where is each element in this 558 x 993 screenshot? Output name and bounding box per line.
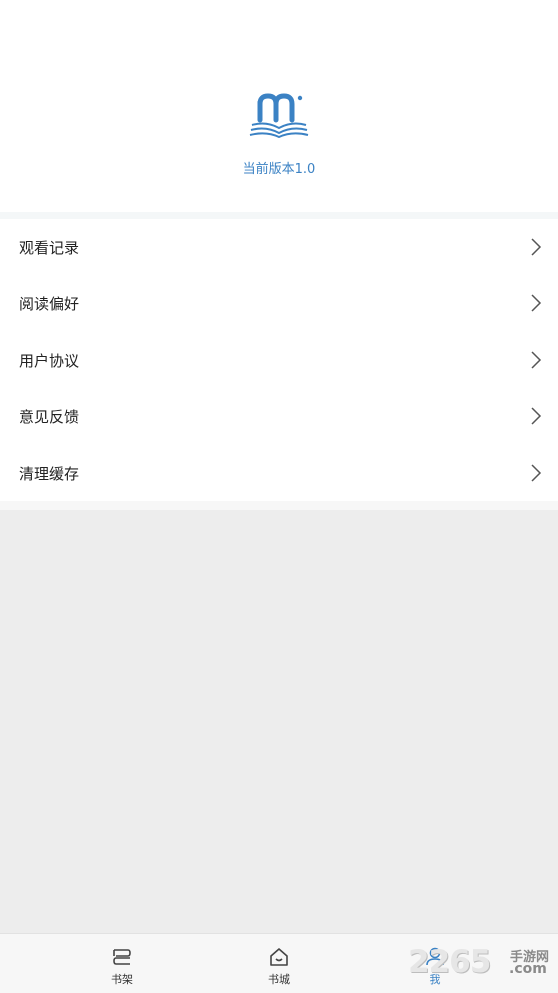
menu-item-label: 清理缓存: [19, 464, 80, 483]
menu-item-watch-history[interactable]: 观看记录: [0, 219, 558, 275]
watermark-number: 2265: [408, 944, 491, 980]
app-logo-icon: [249, 93, 309, 138]
version-label: 当前版本1.0: [242, 162, 316, 177]
tab-bookstore[interactable]: 书城: [219, 934, 339, 993]
section-divider: [0, 212, 558, 219]
tab-bookshelf[interactable]: 书架: [62, 934, 182, 993]
menu-item-label: 阅读偏好: [19, 294, 80, 313]
menu-item-clear-cache[interactable]: 清理缓存: [0, 445, 558, 501]
tab-label: 书架: [111, 973, 133, 986]
menu-bottom-divider: [0, 501, 558, 510]
chevron-right-icon: [531, 351, 542, 369]
menu-item-reading-preference[interactable]: 阅读偏好: [0, 275, 558, 331]
chevron-right-icon: [531, 294, 542, 312]
menu-item-label: 观看记录: [19, 238, 80, 257]
profile-header: 当前版本1.0: [0, 0, 558, 212]
home-icon: [270, 948, 288, 966]
menu-item-feedback[interactable]: 意见反馈: [0, 388, 558, 444]
tab-label: 书城: [268, 973, 290, 986]
bookshelf-icon: [113, 949, 131, 965]
chevron-right-icon: [531, 238, 542, 256]
chevron-right-icon: [531, 407, 542, 425]
menu-item-label: 用户协议: [19, 351, 80, 370]
site-watermark: 2265 手游网 .com: [408, 944, 558, 984]
settings-menu: 观看记录 阅读偏好 用户协议 意见反馈 清理缓存: [0, 219, 558, 501]
chevron-right-icon: [531, 464, 542, 482]
watermark-site-en: .com: [509, 961, 547, 977]
menu-item-label: 意见反馈: [19, 407, 80, 426]
menu-item-user-agreement[interactable]: 用户协议: [0, 332, 558, 388]
